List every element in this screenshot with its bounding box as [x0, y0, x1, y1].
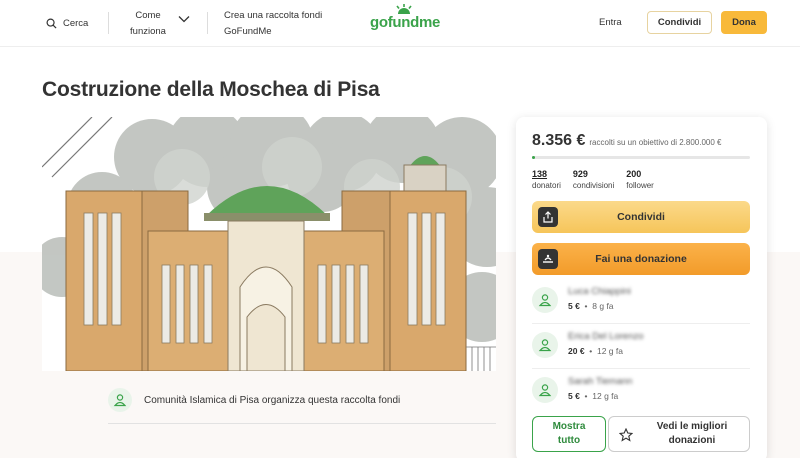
organizer-text: Comunità Islamica di Pisa organizza ques…	[144, 394, 401, 406]
header-share-button[interactable]: Condividi	[647, 11, 712, 34]
search-button[interactable]: Cerca	[46, 14, 88, 32]
donor-avatar	[532, 287, 558, 313]
top-donations-button[interactable]: Vedi le migliori donazioni	[608, 416, 750, 452]
raised-summary: 8.356 € raccolti su un obiettivo di 2.80…	[532, 132, 721, 150]
donation-item: Erica Del Lorenzo 20 € • 12 g fa	[532, 328, 750, 366]
raised-amount: 8.356 €	[532, 132, 586, 149]
search-icon	[46, 18, 57, 29]
organizer-row[interactable]: Comunità Islamica di Pisa organizza ques…	[108, 388, 400, 412]
nav-divider	[108, 12, 109, 34]
donate-hand-icon	[538, 249, 558, 269]
user-icon	[538, 384, 552, 397]
login-link[interactable]: Entra	[599, 17, 622, 28]
share-icon	[538, 207, 558, 227]
logo-text: gofundme	[370, 14, 441, 31]
organizer-divider	[108, 423, 496, 424]
donation-divider	[532, 323, 750, 324]
top-navbar: Cerca Come funziona Crea una raccolta fo…	[0, 0, 800, 47]
user-icon	[538, 339, 552, 352]
donation-sidebar-card: 8.356 € raccolti su un obiettivo di 2.80…	[516, 117, 767, 458]
donor-name: Luca Chiappini	[568, 286, 631, 297]
raised-goal-text: raccolti su un obiettivo di 2.800.000 €	[589, 138, 722, 147]
user-group-icon	[113, 394, 127, 407]
mosque-illustration	[42, 117, 496, 371]
header-donate-button[interactable]: Dona	[721, 11, 767, 34]
progress-bar	[532, 156, 750, 159]
campaign-stats: 138 donatori 929 condivisioni 200 follower	[532, 169, 654, 191]
chevron-down-icon[interactable]	[178, 14, 190, 24]
donation-meta: 20 € • 12 g fa	[568, 346, 623, 356]
donate-button-label: Fai una donazione	[595, 253, 687, 265]
donation-item: Sarah Tiemann 5 € • 12 g fa	[532, 373, 750, 411]
top-donations-label: Vedi le migliori donazioni	[656, 421, 728, 446]
create-fundraiser-link[interactable]: Crea una raccolta fondi GoFundMe	[224, 8, 334, 40]
nav-divider	[207, 12, 208, 34]
gofundme-logo[interactable]: gofundme	[370, 4, 440, 32]
donor-name: Erica Del Lorenzo	[568, 331, 644, 342]
campaign-title: Costruzione della Moschea di Pisa	[42, 78, 380, 101]
stat-donors[interactable]: 138 donatori	[532, 169, 561, 191]
search-label: Cerca	[63, 17, 89, 29]
user-icon	[538, 294, 552, 307]
logo-sun-icon	[396, 4, 412, 14]
share-button-label: Condividi	[617, 211, 665, 223]
progress-bar-fill	[532, 156, 536, 159]
donor-avatar	[532, 332, 558, 358]
how-it-works-menu[interactable]: Come funziona	[128, 8, 168, 40]
donor-name: Sarah Tiemann	[568, 376, 633, 387]
organizer-avatar	[108, 388, 132, 412]
donation-meta: 5 € • 12 g fa	[568, 391, 619, 401]
stat-shares: 929 condivisioni	[572, 169, 615, 190]
stat-followers: 200 follower	[626, 169, 654, 190]
share-button[interactable]: Condividi	[532, 201, 750, 233]
donation-meta: 5 € • 8 g fa	[568, 301, 614, 311]
see-all-donations-button[interactable]: Mostra tutto	[532, 416, 606, 452]
donate-button[interactable]: Fai una donazione	[532, 243, 750, 275]
donor-avatar	[532, 377, 558, 403]
donation-item: Luca Chiappini 5 € • 8 g fa	[532, 283, 750, 321]
campaign-hero-image[interactable]	[42, 117, 496, 371]
donation-divider	[532, 368, 750, 369]
star-icon	[619, 428, 633, 442]
